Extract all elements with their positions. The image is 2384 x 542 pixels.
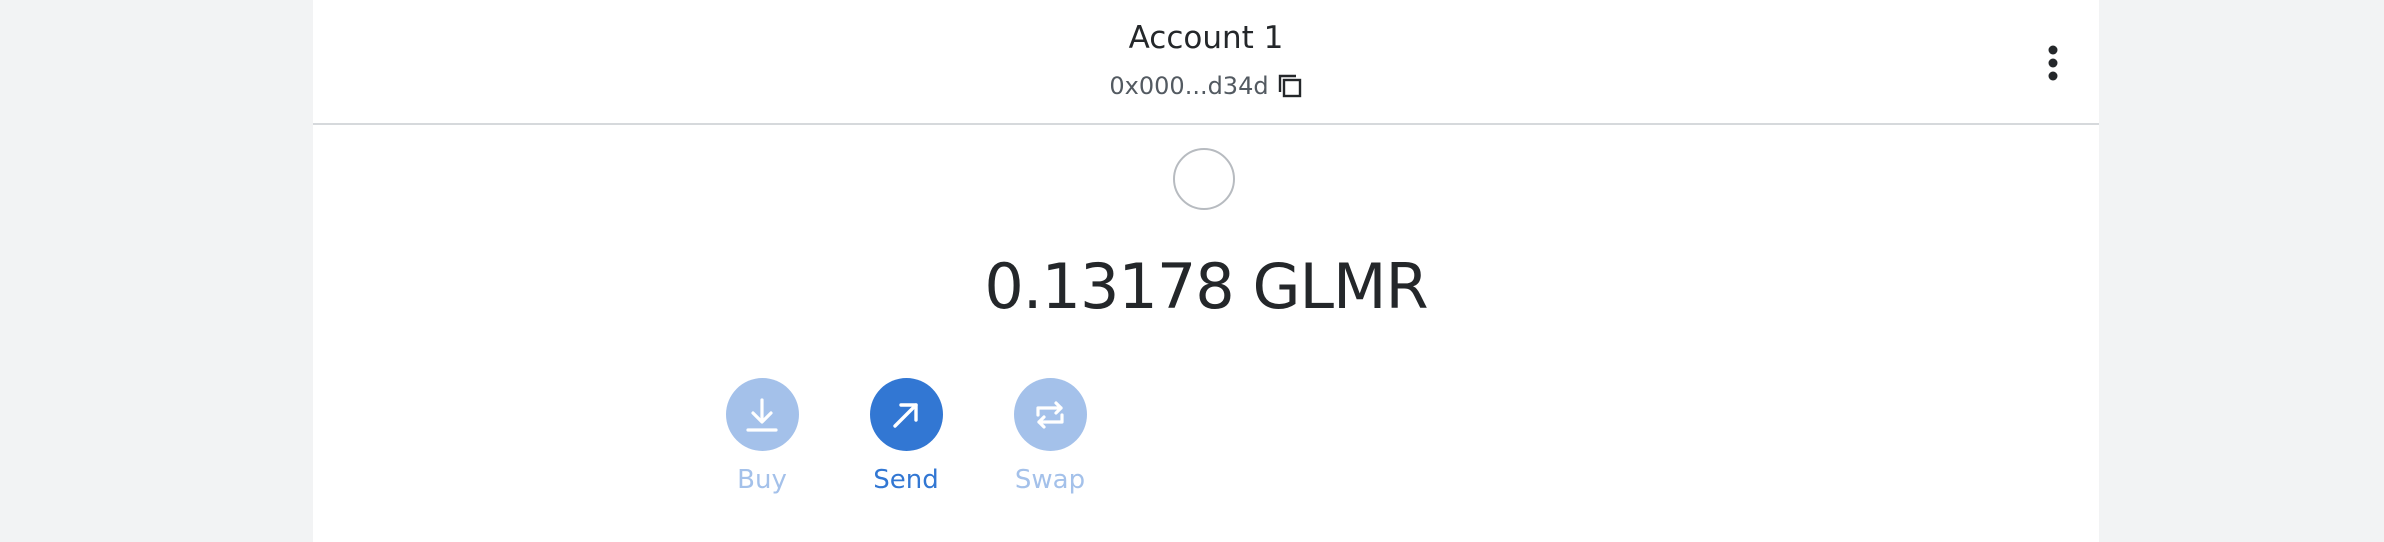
account-header: Account 1 0x000...d34d	[313, 0, 2099, 125]
send-button[interactable]: Send	[856, 378, 956, 495]
swap-button[interactable]: Swap	[1000, 378, 1100, 495]
token-balance: 0.13178 GLMR	[984, 250, 1428, 323]
send-button-circle[interactable]	[869, 378, 943, 451]
swap-label: Swap	[1014, 465, 1086, 495]
account-options-button[interactable]	[2046, 44, 2060, 84]
vertical-dots-icon	[2048, 45, 2058, 81]
swap-button-circle[interactable]	[1013, 378, 1087, 451]
account-identicon	[1173, 148, 1235, 210]
buy-button[interactable]: Buy	[712, 378, 812, 495]
buy-button-circle[interactable]	[725, 378, 799, 451]
buy-label: Buy	[737, 465, 787, 495]
account-name[interactable]: Account 1	[313, 20, 2099, 56]
download-icon	[746, 397, 778, 432]
send-label: Send	[873, 465, 939, 495]
swap-arrows-icon	[1036, 400, 1064, 429]
account-address[interactable]: 0x000...d34d	[1109, 72, 1268, 100]
arrow-up-right-icon	[893, 402, 918, 428]
copy-icon[interactable]	[1277, 73, 1303, 99]
address-row[interactable]: 0x000...d34d	[313, 72, 2099, 100]
wallet-panel: Account 1 0x000...d34d 0.13178 GLMR Buy …	[313, 0, 2099, 542]
